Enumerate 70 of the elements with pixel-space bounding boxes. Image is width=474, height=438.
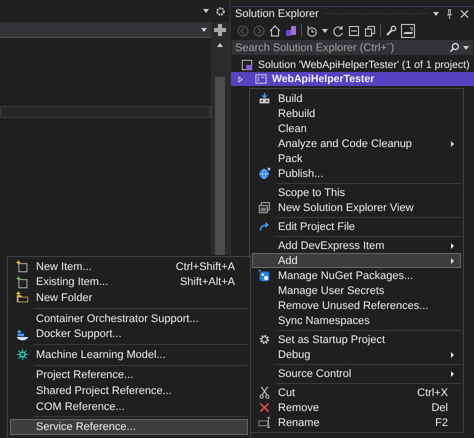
globe-icon — [258, 167, 270, 180]
menu-item[interactable]: Manage User Secrets — [252, 283, 461, 298]
tree-item[interactable]: Solution 'WebApiHelperTester' (1 of 1 project) — [231, 58, 474, 72]
menu-item[interactable]: Container Orchestrator Support... — [10, 310, 248, 326]
split-icon[interactable] — [211, 22, 229, 38]
menu-item[interactable]: Manage NuGet Packages... — [252, 268, 461, 283]
menu-item[interactable]: Edit Project File — [252, 219, 461, 234]
delete-icon — [258, 401, 270, 414]
menu-item[interactable]: Publish... — [252, 166, 461, 181]
copy-icon[interactable] — [364, 24, 376, 36]
network-icon — [16, 348, 28, 362]
menu-item[interactable]: COM Reference... — [10, 398, 248, 414]
menu-item[interactable]: Project Reference... — [10, 368, 248, 384]
menu-item[interactable]: Service Reference... — [10, 419, 248, 435]
expand-arrow-icon[interactable] — [237, 76, 244, 82]
menu-item[interactable]: Remove Unused References... — [252, 298, 461, 313]
folder-icon — [16, 291, 28, 304]
existing-item-icon — [16, 276, 28, 289]
menu-item[interactable]: Cut Ctrl+X — [252, 385, 461, 400]
menu-item[interactable]: Pack — [252, 151, 461, 166]
menu-item[interactable]: New Solution Explorer View — [252, 200, 461, 215]
pin-icon[interactable] — [445, 9, 454, 19]
menu-item[interactable]: Existing Item... Shift+Alt+A — [10, 274, 248, 290]
preview-icon[interactable] — [401, 24, 415, 38]
scissors-icon — [258, 386, 270, 399]
window-icon — [258, 201, 270, 214]
menu-item[interactable]: Remove Del — [252, 400, 461, 415]
panel-title: Solution Explorer — [235, 8, 319, 20]
solution-icon — [241, 59, 253, 71]
switch-views-icon[interactable] — [285, 24, 297, 36]
menu-item[interactable]: Build — [252, 91, 461, 106]
settings-icon[interactable] — [215, 6, 226, 16]
collapse-all-icon[interactable] — [348, 24, 360, 36]
project-icon — [255, 73, 267, 85]
close-icon[interactable] — [460, 9, 469, 19]
menu-item[interactable]: Sync Namespaces — [252, 313, 461, 328]
menu-item[interactable]: Debug — [252, 347, 461, 362]
menu-item[interactable]: Source Control — [252, 366, 461, 381]
menu-item[interactable]: Docker Support... — [10, 326, 248, 342]
refresh-icon[interactable] — [332, 24, 344, 36]
menu-item[interactable]: Analyze and Code Cleanup — [252, 136, 461, 151]
menu-item[interactable]: Scope to This — [252, 185, 461, 200]
search-icon — [449, 42, 460, 53]
menu-item[interactable]: Rebuild — [252, 106, 461, 121]
menu-item[interactable]: Add — [252, 253, 461, 268]
dropdown-field[interactable] — [0, 22, 211, 38]
search-field[interactable]: Search Solution Explorer (Ctrl+¨) — [232, 40, 473, 55]
nuget-icon — [258, 269, 270, 282]
gear-icon — [258, 333, 270, 346]
build-icon — [258, 92, 270, 105]
dropdown-arrow-icon[interactable] — [433, 12, 439, 16]
rename-icon — [258, 416, 270, 429]
menu-item[interactable]: Add DevExpress Item — [252, 238, 461, 253]
history-icon[interactable] — [306, 24, 318, 36]
dropdown-arrow-icon[interactable] — [203, 9, 209, 13]
menu-item[interactable]: New Item... Ctrl+Shift+A — [10, 259, 248, 275]
text-field[interactable] — [0, 106, 211, 118]
menu-item[interactable]: Clean — [252, 121, 461, 136]
tree-item[interactable]: WebApiHelperTester — [231, 72, 474, 86]
docker-icon — [16, 328, 28, 341]
menu-item[interactable]: New Folder — [10, 290, 248, 306]
menu-item[interactable]: Rename F2 — [252, 415, 461, 430]
home-icon[interactable] — [269, 24, 281, 36]
new-item-icon — [16, 260, 28, 274]
vertical-scrollbar[interactable] — [211, 38, 229, 255]
menu-item[interactable]: Machine Learning Model... — [10, 346, 248, 363]
menu-item[interactable]: Set as Startup Project — [252, 332, 461, 347]
menu-item[interactable]: Shared Project Reference... — [10, 383, 248, 399]
redo-arrow-icon — [258, 220, 270, 233]
wrench-icon[interactable] — [385, 24, 397, 36]
